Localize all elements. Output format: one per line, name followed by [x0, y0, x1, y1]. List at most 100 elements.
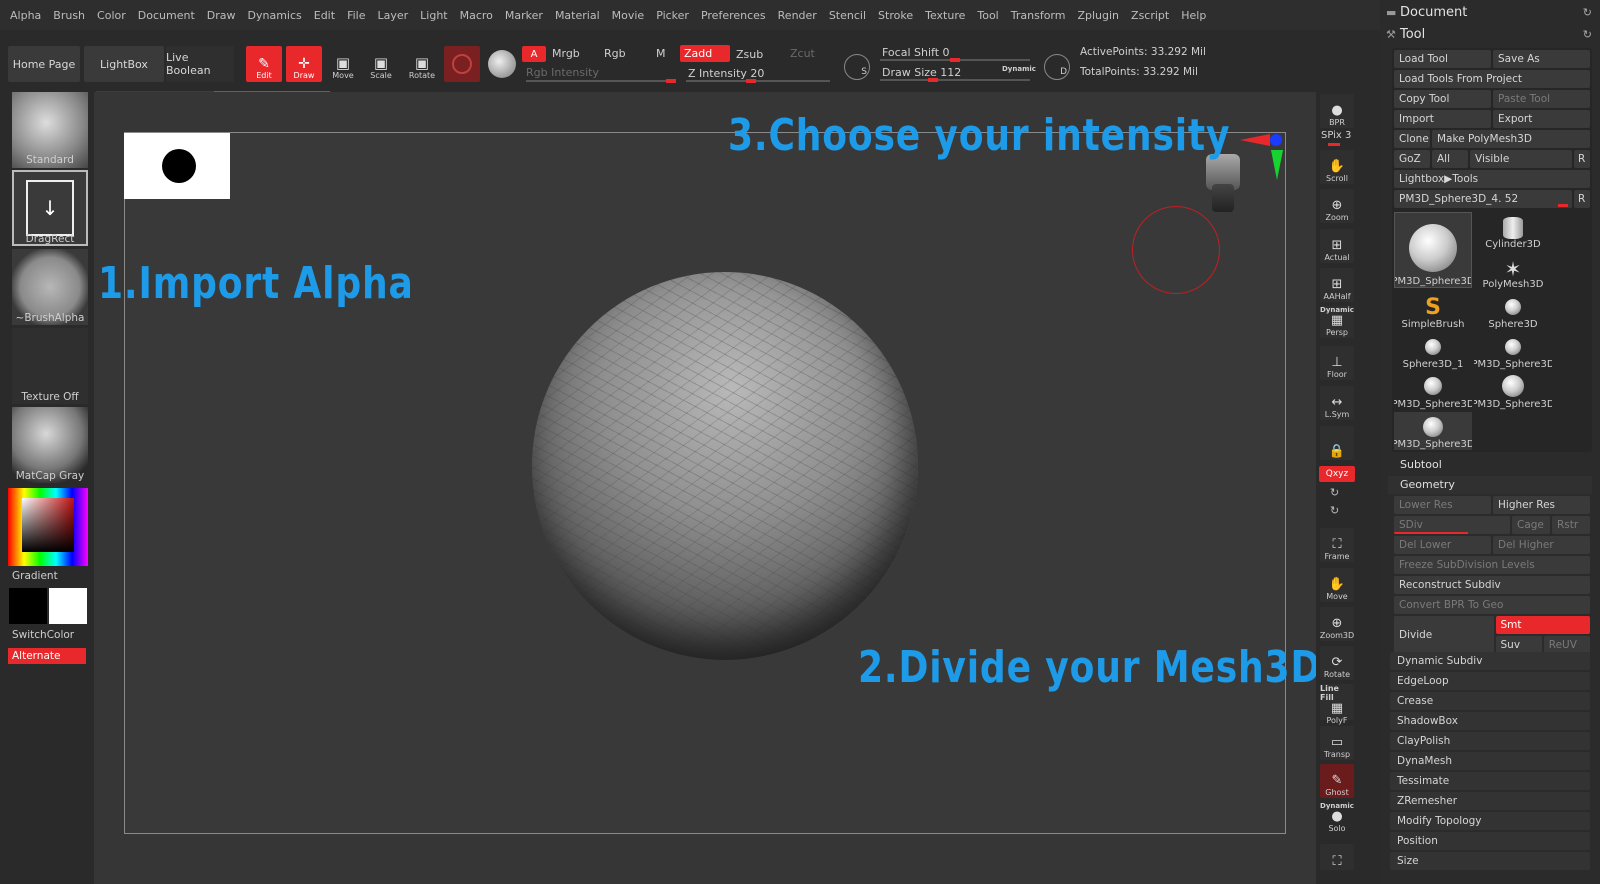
geometry-item-claypolish[interactable]: ClayPolish	[1390, 732, 1590, 750]
lower-res-button[interactable]: Lower Res	[1394, 496, 1491, 514]
actual-button[interactable]: ⊞ Actual	[1320, 229, 1354, 263]
menu-texture[interactable]: Texture	[919, 9, 971, 22]
sdiv-slider[interactable]: SDiv	[1394, 516, 1510, 534]
reconstruct-subdiv-button[interactable]: Reconstruct Subdiv	[1394, 576, 1590, 594]
higher-res-button[interactable]: Higher Res	[1493, 496, 1590, 514]
dynamic-toggle[interactable]: Dynamic	[1002, 65, 1036, 73]
del-higher-button[interactable]: Del Higher	[1493, 536, 1590, 554]
menu-material[interactable]: Material	[549, 9, 606, 22]
menu-layer[interactable]: Layer	[371, 9, 414, 22]
floor-button[interactable]: ⊥ Floor	[1320, 346, 1354, 380]
goz-visible-button[interactable]: Visible	[1470, 150, 1572, 168]
material-sphere-button[interactable]	[444, 46, 480, 82]
geometry-item-modify-topology[interactable]: Modify Topology	[1390, 812, 1590, 830]
del-lower-button[interactable]: Del Lower	[1394, 536, 1491, 554]
cage-button[interactable]: Cage	[1512, 516, 1550, 534]
menu-file[interactable]: File	[341, 9, 371, 22]
zadd-toggle[interactable]: Zadd	[680, 45, 730, 62]
color-square[interactable]	[22, 498, 74, 552]
tool-thumb-cylinder3d[interactable]: Cylinder3D	[1474, 212, 1552, 250]
focal-shift-track[interactable]	[880, 58, 1030, 62]
tool-thumb-sphere3d-1[interactable]: Sphere3D_1	[1394, 332, 1472, 370]
rgb-toggle[interactable]: Rgb	[604, 47, 626, 60]
geometry-item-shadowbox[interactable]: ShadowBox	[1390, 712, 1590, 730]
tool-thumb-pm3d-sphere-5[interactable]: PM3D_Sphere3D	[1394, 412, 1472, 450]
rotate-z-icon[interactable]: ↻	[1330, 504, 1339, 517]
rstr-button[interactable]: Rstr	[1552, 516, 1590, 534]
import-button[interactable]: Import	[1394, 110, 1491, 128]
menu-document[interactable]: Document	[132, 9, 201, 22]
menu-color[interactable]: Color	[91, 9, 132, 22]
menu-movie[interactable]: Movie	[606, 9, 651, 22]
tool-thumb-sphere3d[interactable]: Sphere3D	[1474, 292, 1552, 330]
spix-slider[interactable]: SPix 3	[1321, 130, 1351, 141]
color-picker[interactable]	[8, 488, 88, 566]
lightbox-tools-button[interactable]: Lightbox▶Tools	[1394, 170, 1590, 188]
convert-bpr-button[interactable]: Convert BPR To Geo	[1394, 596, 1590, 614]
z-axis-icon[interactable]	[1270, 134, 1282, 146]
bpr-button[interactable]: ● BPR	[1320, 94, 1354, 128]
focal-shift-slider[interactable]: Focal Shift 0	[882, 46, 950, 59]
menu-draw[interactable]: Draw	[201, 9, 242, 22]
zsub-toggle[interactable]: Zsub	[736, 48, 763, 61]
make-polymesh3d-button[interactable]: Make PolyMesh3D	[1432, 130, 1590, 148]
draw-size-track[interactable]	[880, 78, 1030, 82]
draw-mode-button[interactable]: ✛ Draw	[286, 46, 322, 82]
export-button[interactable]: Export	[1493, 110, 1590, 128]
menu-edit[interactable]: Edit	[308, 9, 341, 22]
z-intensity-track[interactable]	[686, 79, 830, 83]
menu-alpha[interactable]: Alpha	[4, 9, 47, 22]
smt-toggle[interactable]: Smt	[1495, 616, 1590, 634]
paste-tool-button[interactable]: Paste Tool	[1493, 90, 1590, 108]
tool-r-button[interactable]: R	[1574, 190, 1590, 208]
menu-stencil[interactable]: Stencil	[823, 9, 872, 22]
lazy-mouse-s-icon[interactable]: S	[844, 54, 870, 80]
rotate-view-button[interactable]: ⟳ Rotate	[1320, 646, 1354, 680]
menu-macro[interactable]: Macro	[454, 9, 499, 22]
ghost-button[interactable]: ✎ Ghost	[1320, 764, 1354, 798]
a-toggle[interactable]: A	[522, 46, 546, 62]
main-color-swatch[interactable]	[9, 588, 47, 624]
menu-marker[interactable]: Marker	[499, 9, 549, 22]
geometry-item-crease[interactable]: Crease	[1390, 692, 1590, 710]
spix-knob[interactable]	[1328, 143, 1340, 146]
switchcolor-button[interactable]: SwitchColor	[12, 629, 74, 641]
move-view-button[interactable]: ✋ Move	[1320, 568, 1354, 602]
copy-tool-button[interactable]: Copy Tool	[1394, 90, 1491, 108]
xyz-button[interactable]: Qxyz	[1319, 466, 1355, 482]
dynamic-d-icon[interactable]: D	[1044, 54, 1070, 80]
geometry-item-dynamic-subdiv[interactable]: Dynamic Subdiv	[1390, 652, 1590, 670]
tool-thumb-pm3d-sphere-2[interactable]: PM3D_Sphere3D	[1474, 332, 1552, 370]
zoom-button[interactable]: ⊕ Zoom	[1320, 189, 1354, 223]
geometry-item-dynamesh[interactable]: DynaMesh	[1390, 752, 1590, 770]
m-toggle[interactable]: M	[656, 47, 666, 60]
home-page-button[interactable]: Home Page	[8, 46, 80, 82]
tool-thumb-pm3d-sphere-3[interactable]: PM3D_Sphere3D	[1394, 372, 1472, 410]
menu-zplugin[interactable]: Zplugin	[1071, 9, 1125, 22]
mrgb-toggle[interactable]: Mrgb	[552, 47, 580, 60]
sculpted-sphere[interactable]	[532, 272, 918, 660]
menu-transform[interactable]: Transform	[1005, 9, 1072, 22]
fit-button[interactable]: ⛶	[1320, 844, 1354, 870]
geometry-item-tessimate[interactable]: Tessimate	[1390, 772, 1590, 790]
subtool-section[interactable]: Subtool	[1388, 456, 1442, 474]
menu-zscript[interactable]: Zscript	[1125, 9, 1175, 22]
tool-thumb-simplebrush[interactable]: S SimpleBrush	[1394, 292, 1472, 331]
menu-light[interactable]: Light	[414, 9, 453, 22]
transp-button[interactable]: ▭ Transp	[1320, 726, 1354, 760]
clone-button[interactable]: Clone	[1394, 130, 1430, 148]
tool-thumb-polymesh3d[interactable]: ✶ PolyMesh3D	[1474, 252, 1552, 290]
current-tool-slider[interactable]: PM3D_Sphere3D_4. 52	[1394, 190, 1572, 208]
color-sphere-icon[interactable]	[488, 50, 516, 78]
menu-dynamics[interactable]: Dynamics	[242, 9, 308, 22]
alternate-button[interactable]: Alternate	[8, 648, 86, 664]
refresh-icon[interactable]: ↻	[1583, 28, 1592, 41]
menu-preferences[interactable]: Preferences	[695, 9, 772, 22]
lock-button[interactable]: 🔒	[1320, 426, 1354, 460]
goz-button[interactable]: GoZ	[1394, 150, 1430, 168]
menu-render[interactable]: Render	[772, 9, 823, 22]
divide-button[interactable]: Divide	[1394, 616, 1494, 654]
zcut-toggle[interactable]: Zcut	[790, 47, 815, 60]
frame-button[interactable]: ⛶ Frame	[1320, 528, 1354, 562]
goz-r-button[interactable]: R	[1574, 150, 1590, 168]
